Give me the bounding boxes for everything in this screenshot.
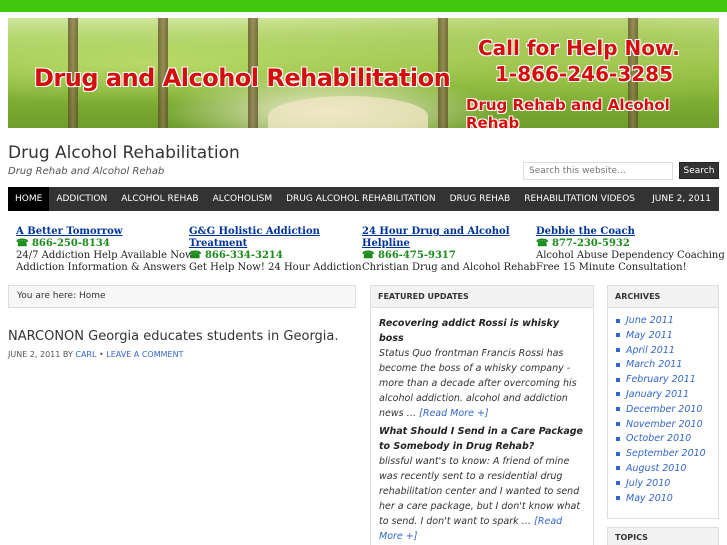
ad-block: 24 Hour Drug and Alcohol Helpline ☎ 866-… xyxy=(362,226,536,274)
post-date: JUNE 2, 2011 xyxy=(8,350,61,359)
post-author-link[interactable]: CARL xyxy=(75,350,96,359)
banner-call-text: Call for Help Now. xyxy=(478,36,680,60)
bullet-icon xyxy=(616,333,620,338)
bullet-icon xyxy=(616,392,620,397)
bullet-icon xyxy=(616,451,620,456)
nav-item-drug-rehab[interactable]: DRUG REHAB xyxy=(443,187,518,211)
site-description: Drug Rehab and Alcohol Rehab xyxy=(8,166,165,177)
nav-item-alcoholism[interactable]: ALCOHOLISM xyxy=(206,187,280,211)
meta-separator: • xyxy=(99,350,104,359)
archive-link[interactable]: November 2010 xyxy=(616,418,718,433)
ad-text: Free 15 Minute Consultation! xyxy=(536,262,687,273)
banner-phone: 1-866-246-3285 xyxy=(495,62,673,86)
ad-block: Debbie the Coach ☎ 877-230-5932 Alcohol … xyxy=(536,226,725,274)
main-nav: HOME ADDICTION ALCOHOL REHAB ALCOHOLISM … xyxy=(8,187,719,211)
bullet-icon xyxy=(616,362,620,367)
archive-link[interactable]: December 2010 xyxy=(616,403,718,418)
nav-date: JUNE 2, 2011 xyxy=(652,194,711,204)
banner-title: Drug and Alcohol Rehabilitation xyxy=(34,64,451,92)
ad-text: 24/7 Addiction Help Available Now xyxy=(16,250,194,261)
bullet-icon xyxy=(616,422,620,427)
nav-item-home[interactable]: HOME xyxy=(8,187,50,211)
featured-post-title[interactable]: What Should I Send in a Care Package to … xyxy=(379,426,583,452)
bullet-icon xyxy=(616,407,620,412)
archive-link[interactable]: May 2010 xyxy=(616,492,718,507)
ad-block: A Better Tomorrow ☎ 866-250-8134 24/7 Ad… xyxy=(16,226,194,274)
bullet-icon xyxy=(616,348,620,353)
ad-title-link[interactable]: Debbie the Coach xyxy=(536,226,719,238)
bullet-icon xyxy=(616,318,620,323)
featured-updates-widget: FEATURED UPDATES Recovering addict Rossi… xyxy=(370,285,594,545)
ad-text: Alcohol Abuse Dependency Coaching xyxy=(536,250,725,261)
archive-link[interactable]: September 2010 xyxy=(616,447,718,462)
featured-post-title[interactable]: Recovering addict Rossi is whisky boss xyxy=(379,318,559,344)
ad-text: Christian Drug and Alcohol Rehab xyxy=(362,262,536,273)
post-meta: JUNE 2, 2011 BY CARL • LEAVE A COMMENT xyxy=(8,350,183,359)
header-banner[interactable]: Drug and Alcohol Rehabilitation Call for… xyxy=(8,18,719,128)
ad-text: Get Help Now! 24 Hour Addiction xyxy=(189,262,362,273)
breadcrumb: You are here: Home xyxy=(8,285,356,308)
archive-link[interactable]: May 2011 xyxy=(616,329,718,344)
top-green-bar xyxy=(0,0,727,12)
nav-item-rehabilitation-videos[interactable]: REHABILITATION VIDEOS xyxy=(517,187,642,211)
archives-widget: ARCHIVES June 2011 May 2011 April 2011 M… xyxy=(607,285,719,519)
read-more-link[interactable]: [Read More +] xyxy=(419,408,488,419)
banner-subtitle: Drug Rehab and Alcohol Rehab xyxy=(466,96,670,128)
bullet-icon xyxy=(616,481,620,486)
search-input[interactable] xyxy=(523,162,673,180)
archive-link[interactable]: August 2010 xyxy=(616,462,718,477)
ad-phone: ☎ 866-250-8134 xyxy=(16,238,110,249)
archive-link[interactable]: March 2011 xyxy=(616,358,718,373)
bullet-icon xyxy=(616,377,620,382)
ad-block: G&G Holistic Addiction Treatment ☎ 866-3… xyxy=(189,226,362,274)
ad-text: Addiction Information & Answers xyxy=(16,262,187,273)
post-title[interactable]: NARCONON Georgia educates students in Ge… xyxy=(8,329,339,344)
topics-heading: TOPICS xyxy=(607,527,719,545)
bullet-icon xyxy=(616,466,620,471)
ad-phone: ☎ 877-230-5932 xyxy=(536,238,630,249)
archives-list: June 2011 May 2011 April 2011 March 2011… xyxy=(608,308,718,506)
bullet-icon xyxy=(616,496,620,501)
archive-link[interactable]: April 2011 xyxy=(616,344,718,359)
ad-phone: ☎ 866-475-9317 xyxy=(362,250,456,261)
archive-link[interactable]: June 2011 xyxy=(616,314,718,329)
archive-link[interactable]: January 2011 xyxy=(616,388,718,403)
bullet-icon xyxy=(616,436,620,441)
archive-link[interactable]: July 2010 xyxy=(616,477,718,492)
archives-heading: ARCHIVES xyxy=(608,286,718,308)
archive-link[interactable]: February 2011 xyxy=(616,373,718,388)
leave-comment-link[interactable]: LEAVE A COMMENT xyxy=(106,350,183,359)
nav-item-addiction[interactable]: ADDICTION xyxy=(49,187,114,211)
ad-title-link[interactable]: A Better Tomorrow xyxy=(16,226,186,238)
search-button[interactable]: Search xyxy=(679,162,719,179)
archive-link[interactable]: October 2010 xyxy=(616,432,718,447)
nav-item-drug-alcohol-rehabilitation[interactable]: DRUG ALCOHOL REHABILITATION xyxy=(279,187,442,211)
ad-title-link[interactable]: 24 Hour Drug and Alcohol Helpline xyxy=(362,226,527,250)
ad-title-link[interactable]: G&G Holistic Addiction Treatment xyxy=(189,226,354,250)
post-by: BY xyxy=(62,350,73,359)
site-title[interactable]: Drug Alcohol Rehabilitation xyxy=(8,143,240,163)
nav-item-alcohol-rehab[interactable]: ALCOHOL REHAB xyxy=(114,187,205,211)
featured-heading: FEATURED UPDATES xyxy=(371,286,593,308)
ad-phone: ☎ 866-334-3214 xyxy=(189,250,283,261)
forest-path xyxy=(268,96,428,128)
